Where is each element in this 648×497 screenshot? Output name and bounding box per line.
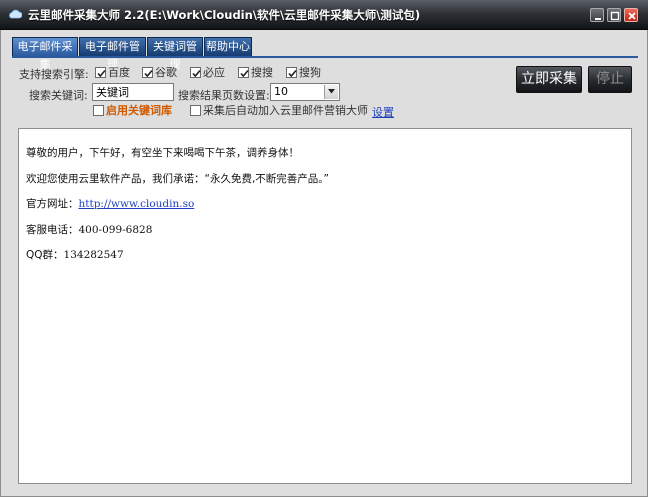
qq-row: QQ群：134282547	[26, 247, 124, 262]
checkmark-icon	[240, 69, 249, 77]
window-title: 云里邮件采集大师 2.2(E:\Work\Cloudin\软件\云里邮件采集大师…	[28, 8, 421, 22]
pages-select[interactable]: 10	[270, 83, 340, 101]
checkmark-icon	[144, 69, 153, 77]
minimize-button[interactable]	[590, 8, 604, 22]
tab-divider	[12, 56, 638, 58]
stop-button[interactable]: 停止	[588, 66, 632, 93]
start-collect-button[interactable]: 立即采集	[516, 66, 582, 93]
engine-checkbox-bing[interactable]: 必应	[190, 65, 225, 79]
phone-number: 400-099-6828	[78, 224, 153, 236]
auto-add-checkbox[interactable]: 采集后自动加入云里邮件营销大师	[190, 103, 368, 117]
welcome-text: 欢迎您使用云里软件产品，我们承诺：“永久免费,不断完善产品。”	[26, 173, 329, 185]
close-button[interactable]	[624, 8, 638, 22]
minimize-icon	[595, 18, 601, 20]
phone-label: 客服电话：	[26, 224, 79, 236]
checkbox-box[interactable]	[93, 104, 104, 116]
checkbox-label: 采集后自动加入云里邮件营销大师	[203, 104, 368, 117]
settings-link[interactable]: 设置	[372, 104, 394, 120]
chevron-down-icon	[328, 89, 335, 94]
checkbox-box[interactable]	[142, 66, 153, 78]
keyword-label: 搜索关键词:	[29, 89, 88, 102]
dropdown-button[interactable]	[324, 85, 338, 99]
qq-number: 134282547	[63, 249, 124, 261]
pages-value: 10	[274, 85, 288, 98]
checkbox-box[interactable]	[286, 66, 297, 78]
qq-label: QQ群：	[26, 249, 64, 261]
tab-help-center[interactable]: 帮助中心	[204, 37, 252, 56]
greeting-text: 尊敬的用户，下午好，有空坐下来喝喝下午茶，调养身体！	[26, 147, 299, 159]
engine-checkbox-soso[interactable]: 搜搜	[238, 65, 273, 79]
pages-label: 搜索结果页数设置:	[178, 89, 270, 102]
website-label: 官方网址：	[26, 198, 79, 210]
enable-keyword-lib-checkbox[interactable]: 启用关键词库	[93, 103, 172, 117]
message-panel: 尊敬的用户，下午好，有空坐下来喝喝下午茶，调养身体！ 欢迎您使用云里软件产品，我…	[18, 128, 632, 484]
checkbox-box[interactable]	[95, 66, 106, 78]
checkbox-label: 必应	[203, 66, 225, 79]
checkbox-label: 搜狗	[299, 66, 321, 79]
checkmark-icon	[288, 69, 297, 77]
phone-row: 客服电话：400-099-6828	[26, 222, 152, 237]
close-icon	[628, 12, 636, 20]
website-row: 官方网址：http://www.cloudin.so	[26, 196, 194, 211]
engine-checkbox-sogou[interactable]: 搜狗	[286, 65, 321, 79]
checkbox-box[interactable]	[238, 66, 249, 78]
checkbox-label: 启用关键词库	[106, 104, 172, 117]
tab-email-manage[interactable]: 电子邮件管理	[79, 37, 146, 71]
tab-email-collect[interactable]: 电子邮件采集	[12, 37, 78, 71]
checkmark-icon	[192, 69, 201, 77]
checkbox-label: 搜搜	[251, 66, 273, 79]
engines-label: 支持搜索引擎:	[19, 68, 89, 81]
checkbox-label: 百度	[108, 66, 130, 79]
engine-checkbox-baidu[interactable]: 百度	[95, 65, 130, 79]
checkmark-icon	[97, 69, 106, 77]
checkbox-box[interactable]	[190, 104, 201, 116]
keyword-input[interactable]	[92, 83, 174, 101]
maximize-icon	[610, 11, 620, 21]
tab-keyword-manage[interactable]: 关键词管理	[147, 37, 203, 71]
checkbox-label: 谷歌	[155, 66, 177, 79]
checkbox-box[interactable]	[190, 66, 201, 78]
maximize-button[interactable]	[607, 8, 621, 22]
website-link[interactable]: http://www.cloudin.so	[79, 198, 195, 210]
engine-checkbox-google[interactable]: 谷歌	[142, 65, 177, 79]
title-bar[interactable]: 云里邮件采集大师 2.2(E:\Work\Cloudin\软件\云里邮件采集大师…	[0, 0, 648, 30]
cloud-icon	[8, 9, 23, 19]
